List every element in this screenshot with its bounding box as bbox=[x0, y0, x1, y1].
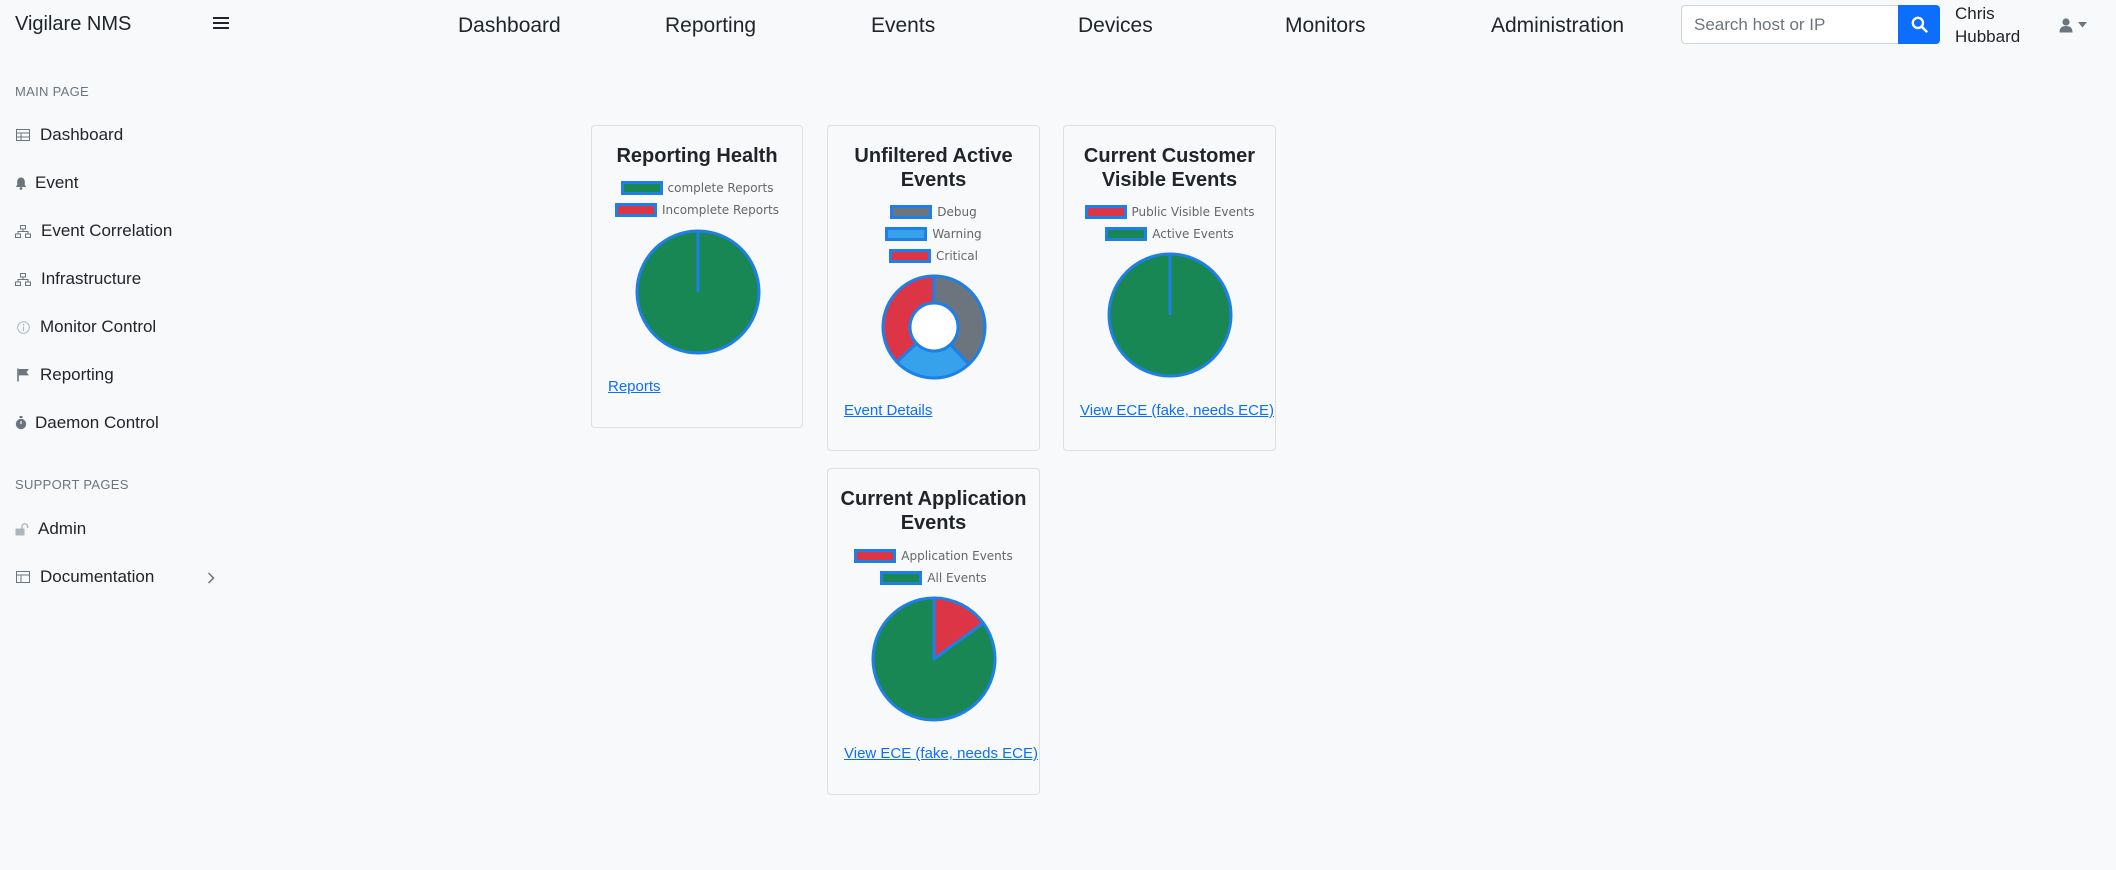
legend-swatch bbox=[1105, 227, 1148, 241]
flag-icon bbox=[15, 367, 31, 383]
pie-chart[interactable] bbox=[870, 595, 998, 723]
nav-dashboard[interactable]: Dashboard bbox=[458, 14, 561, 38]
bell-icon bbox=[15, 175, 27, 191]
sidebar-heading-main: MAIN PAGE bbox=[15, 84, 89, 99]
card-title: Reporting Health bbox=[616, 145, 778, 167]
card-customer-visible-events: Current Customer Visible Events Public V… bbox=[1063, 125, 1276, 451]
legend-item[interactable]: Application Events bbox=[828, 548, 1039, 564]
legend-swatch bbox=[614, 203, 657, 217]
sidebar-heading-support: SUPPORT PAGES bbox=[15, 477, 129, 492]
sidebar-item-label: Admin bbox=[38, 519, 87, 538]
card-title: Unfiltered Active Events bbox=[854, 145, 1013, 191]
sidebar-item-label: Documentation bbox=[40, 567, 155, 586]
legend-item[interactable]: Public Visible Events bbox=[1064, 204, 1275, 220]
search-input[interactable] bbox=[1681, 5, 1899, 44]
caret-down-icon bbox=[2078, 22, 2087, 28]
sidebar-item-event[interactable]: Event bbox=[15, 170, 215, 196]
user-name: Chris Hubbard bbox=[1955, 4, 2021, 46]
nav-events[interactable]: Events bbox=[871, 14, 935, 38]
reports-link[interactable]: Reports bbox=[608, 378, 661, 395]
columns-icon bbox=[15, 569, 31, 585]
donut-chart[interactable] bbox=[880, 273, 988, 381]
card-title: Current Application Events bbox=[840, 488, 1027, 534]
table-icon bbox=[15, 127, 31, 143]
sidebar-item-infrastructure[interactable]: Infrastructure bbox=[15, 266, 215, 292]
nav-devices[interactable]: Devices bbox=[1078, 14, 1153, 38]
legend-swatch bbox=[620, 181, 663, 195]
sidebar-item-label: Dashboard bbox=[40, 125, 124, 144]
sidebar-item-label: Monitor Control bbox=[40, 317, 157, 336]
legend-item[interactable]: complete Reports bbox=[592, 180, 802, 196]
sidebar-item-label: Infrastructure bbox=[41, 269, 142, 288]
top-navbar: Vigilare NMS Dashboard Reporting Events … bbox=[0, 0, 2116, 50]
sidebar-item-reporting[interactable]: Reporting bbox=[15, 362, 215, 388]
sidebar-item-event-correlation[interactable]: Event Correlation bbox=[15, 218, 215, 244]
legend-swatch bbox=[880, 571, 923, 585]
sidebar-toggle-icon[interactable] bbox=[213, 14, 229, 32]
card-unfiltered-active-events: Unfiltered Active Events Debug Warning C… bbox=[827, 125, 1040, 451]
sidebar-item-dashboard[interactable]: Dashboard bbox=[15, 122, 215, 148]
legend-swatch bbox=[1084, 205, 1127, 219]
nav-administration[interactable]: Administration bbox=[1491, 14, 1624, 38]
stopwatch-icon bbox=[15, 415, 27, 431]
event-details-link[interactable]: Event Details bbox=[844, 402, 932, 419]
user-menu-button[interactable] bbox=[2058, 14, 2090, 36]
legend-item[interactable]: Warning bbox=[828, 226, 1039, 242]
sitemap-icon bbox=[15, 271, 31, 287]
card-application-events: Current Application Events Application E… bbox=[827, 468, 1040, 795]
view-ece-link[interactable]: View ECE (fake, needs ECE) bbox=[844, 745, 1038, 762]
sidebar-item-admin[interactable]: Admin bbox=[15, 516, 215, 542]
sidebar-item-label: Event Correlation bbox=[41, 221, 173, 240]
card-reporting-health: Reporting Health complete Reports Incomp… bbox=[591, 125, 803, 428]
info-circle-icon bbox=[15, 319, 31, 335]
legend-swatch bbox=[890, 205, 933, 219]
sitemap-icon bbox=[15, 223, 31, 239]
nav-monitors[interactable]: Monitors bbox=[1285, 14, 1366, 38]
sidebar-item-monitor-control[interactable]: Monitor Control bbox=[15, 314, 215, 340]
legend-swatch bbox=[854, 549, 897, 563]
legend-item[interactable]: Incomplete Reports bbox=[592, 202, 802, 218]
legend-swatch bbox=[885, 227, 928, 241]
pie-chart[interactable] bbox=[634, 228, 762, 356]
view-ece-link[interactable]: View ECE (fake, needs ECE) bbox=[1080, 402, 1274, 419]
user-icon bbox=[2059, 18, 2073, 33]
nav-reporting[interactable]: Reporting bbox=[665, 14, 756, 38]
sidebar-item-label: Reporting bbox=[40, 365, 114, 384]
chevron-right-icon[interactable] bbox=[207, 569, 215, 589]
donut-hole bbox=[908, 301, 960, 353]
brand-logo[interactable]: Vigilare NMS bbox=[15, 13, 131, 36]
legend-swatch bbox=[889, 249, 931, 263]
sidebar-item-daemon-control[interactable]: Daemon Control bbox=[15, 410, 215, 436]
card-title: Current Customer Visible Events bbox=[1083, 145, 1256, 191]
legend-item[interactable]: Critical bbox=[828, 248, 1039, 264]
legend-item[interactable]: All Events bbox=[828, 570, 1039, 586]
search-icon bbox=[1911, 16, 1928, 33]
pie-chart[interactable] bbox=[1106, 251, 1234, 379]
unlock-icon bbox=[15, 521, 29, 537]
search-button[interactable] bbox=[1898, 5, 1940, 44]
legend-item[interactable]: Active Events bbox=[1064, 226, 1275, 242]
sidebar-item-label: Daemon Control bbox=[35, 413, 159, 432]
sidebar-item-label: Event bbox=[35, 173, 79, 192]
sidebar-item-documentation[interactable]: Documentation bbox=[15, 564, 215, 590]
legend-item[interactable]: Debug bbox=[828, 204, 1039, 220]
